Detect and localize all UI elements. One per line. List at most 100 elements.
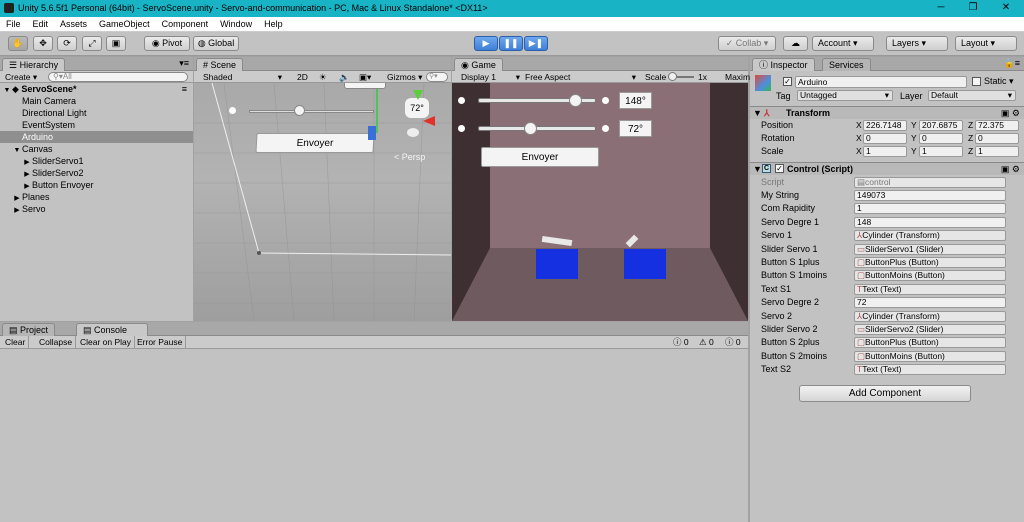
inspector-lock-icon[interactable]: 🔒≡ [1004,58,1020,69]
menu-window[interactable]: Window [214,17,258,31]
layout-dropdown[interactable]: Layout ▾ [955,36,1017,51]
global-toggle[interactable]: ◍ Global [193,36,239,51]
collab-button[interactable]: ✓ Collab ▾ [718,36,776,51]
static-checkbox[interactable] [972,77,981,86]
y-axis-label[interactable]: Y [911,132,917,145]
tab-game[interactable]: ◉ Game [454,58,503,71]
object-reference-field[interactable]: ▢ButtonPlus (Button) [854,337,1006,349]
value-field[interactable]: 149073 [854,190,1006,201]
2d-toggle[interactable]: 2D [294,71,311,83]
effects-icon[interactable]: ▣▾ [356,71,374,83]
foldout-arrow-icon[interactable]: ▶ [12,205,22,217]
y-field[interactable]: 207.6875 [919,120,963,131]
value-field[interactable]: 148 [854,216,1006,228]
hierarchy-item[interactable]: ▼ Canvas [0,143,193,155]
shading-dropdown[interactable]: Shaded ▾ [200,71,284,83]
servo1-slider[interactable] [478,94,596,107]
object-reference-field[interactable]: TText (Text) [854,283,1006,295]
cloud-icon[interactable]: ☁ [783,36,808,51]
x-axis-label[interactable]: X [856,132,862,145]
create-dropdown[interactable]: Create ▾ [2,71,40,83]
z-field[interactable]: 1 [975,146,1019,157]
menu-component[interactable]: Component [156,17,215,31]
maximize-toggle[interactable]: Maxim [722,71,753,83]
scene-orientation-gizmo[interactable]: 72° [399,90,437,140]
foldout-arrow-icon[interactable]: ▼ [753,163,762,175]
script-enabled-checkbox[interactable]: ✓ [775,164,784,173]
menu-assets[interactable]: Assets [54,17,93,31]
hierarchy-item[interactable]: ▶ Planes [0,191,193,203]
hierarchy-item[interactable]: ▼ ◆ ServoScene* ≡ [0,83,193,95]
hierarchy-item[interactable]: ▶ SliderServo2 [0,167,193,179]
object-reference-field[interactable]: ▢ButtonPlus (Button) [854,257,1006,268]
layers-dropdown[interactable]: Layers ▾ [886,36,948,51]
tab-scene[interactable]: # Scene [196,58,244,71]
restore-icon[interactable]: ❐ [957,0,989,17]
panel-menu-icon[interactable]: ▾≡ [179,58,189,69]
active-checkbox[interactable]: ✓ [783,77,792,86]
foldout-arrow-icon[interactable]: ▼ [753,107,762,119]
object-name-field[interactable]: Arduino [795,76,967,88]
gizmos-dropdown[interactable]: Gizmos ▾ [384,71,425,83]
scale-slider-knob[interactable] [668,72,677,81]
z-field[interactable]: 72.375 [975,120,1019,131]
tab-console[interactable]: ▤ Console [76,323,148,336]
tab-services[interactable]: Services [822,58,871,71]
light-icon[interactable]: ☀ [316,71,330,83]
x-axis-label[interactable]: X [856,145,862,158]
object-reference-field[interactable]: ⅄Cylinder (Transform) [854,310,1006,322]
hierarchy-search-input[interactable]: ⚲▾All [48,72,188,82]
menu-help[interactable]: Help [258,17,289,31]
scene-viewport[interactable]: Envoyer 72° < Persp [194,83,451,321]
scene-menu-icon[interactable]: ≡ [182,83,187,95]
menu-gameobject[interactable]: GameObject [93,17,156,31]
value-field[interactable]: 1 [854,203,1006,215]
minimize-icon[interactable]: ─ [925,0,957,17]
hand-tool-icon[interactable]: ✋ [8,36,28,51]
tag-dropdown[interactable]: Untagged ▾ [797,90,893,101]
hierarchy-item[interactable]: ▶ Servo [0,203,193,215]
servo2-slider[interactable] [478,122,596,135]
object-reference-field[interactable]: ▢ButtonMoins (Button) [854,270,1006,282]
x-axis-label[interactable]: X [856,119,862,132]
account-dropdown[interactable]: Account ▾ [812,36,874,51]
clear-button[interactable]: Clear [2,336,30,348]
tab-inspector[interactable]: ⓘ Inspector [752,58,815,71]
object-reference-field[interactable]: TText (Text) [854,364,1006,376]
collapse-button[interactable]: Collapse [36,336,77,348]
error-count-toggle[interactable]: ⓘ 0 [722,336,744,348]
hierarchy-item[interactable]: ▶ Button Envoyer [0,179,193,191]
y-field[interactable]: 0 [919,133,963,144]
menu-file[interactable]: File [0,17,27,31]
game-viewport[interactable]: 148° 72° Envoyer [452,83,748,321]
y-axis-label[interactable]: Y [911,145,917,158]
hierarchy-item[interactable]: Main Camera [0,95,193,107]
object-reference-field[interactable]: ▭SliderServo2 (Slider) [854,324,1006,335]
error-pause-button[interactable]: Error Pause [134,336,187,348]
y-field[interactable]: 1 [919,146,963,157]
x-field[interactable]: 0 [863,133,907,144]
tab-project[interactable]: ▤ Project [2,323,56,336]
z-axis-label[interactable]: Z [968,132,973,145]
y-axis-label[interactable]: Y [911,119,917,132]
scene-search-input[interactable]: ⚲▾ [426,72,448,82]
clear-on-play-button[interactable]: Clear on Play [77,336,136,348]
rect-tool-icon[interactable]: ▣ [106,36,126,51]
persp-label[interactable]: < Persp [394,152,425,162]
close-icon[interactable]: ✕ [990,0,1022,17]
menu-edit[interactable]: Edit [27,17,55,31]
pause-button[interactable]: ❚❚ [499,36,523,51]
hierarchy-item[interactable]: Arduino [0,131,193,143]
component-settings-icon[interactable]: ▣ ⚙ [1001,163,1020,175]
pivot-toggle[interactable]: ◉ Pivot [144,36,190,51]
x-field[interactable]: 226.7148 [863,120,907,131]
rotate-tool-icon[interactable]: ⟳ [57,36,77,51]
hierarchy-item[interactable]: Directional Light [0,107,193,119]
envoyer-button[interactable]: Envoyer [481,147,599,167]
slider2-plus-dot-icon[interactable] [602,125,609,132]
step-button[interactable]: ▶❚ [524,36,548,51]
z-field[interactable]: 0 [975,133,1019,144]
object-reference-field[interactable]: ▭SliderServo1 (Slider) [854,243,1006,255]
scale-tool-icon[interactable]: ⤢ [82,36,102,51]
z-axis-label[interactable]: Z [968,145,973,158]
